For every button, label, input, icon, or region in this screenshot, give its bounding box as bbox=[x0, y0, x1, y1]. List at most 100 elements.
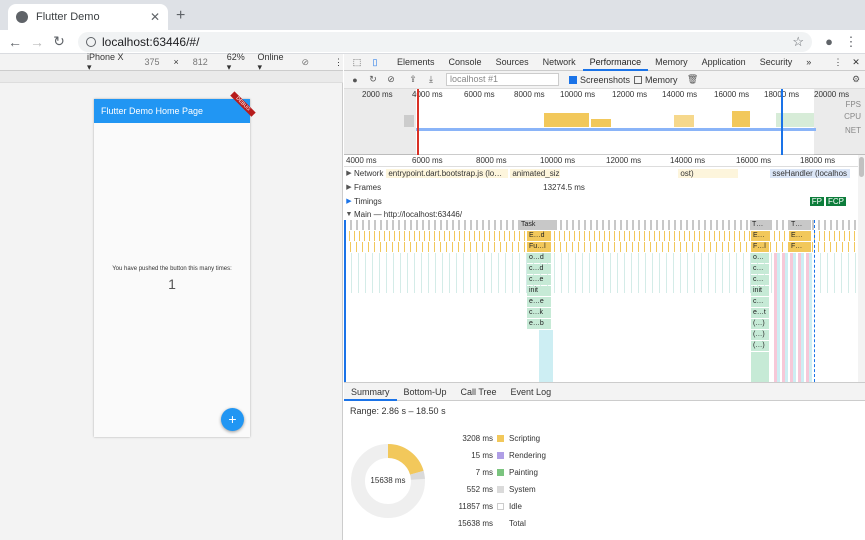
flame-block[interactable]: init bbox=[751, 286, 769, 296]
summary-row-scripting: 3208 ms Scripting bbox=[440, 431, 590, 445]
star-icon[interactable]: ☆ bbox=[792, 34, 804, 50]
flame-block[interactable]: c…d bbox=[527, 264, 551, 274]
flame-block[interactable]: E…d bbox=[527, 231, 551, 241]
flame-block[interactable]: (…) bbox=[751, 341, 769, 351]
flame-scroll-thumb[interactable] bbox=[859, 157, 864, 177]
height-field[interactable]: 812 bbox=[193, 57, 208, 67]
tab-memory[interactable]: Memory bbox=[648, 54, 695, 71]
timeline-overview[interactable]: 2000 ms 4000 ms 6000 ms 8000 ms 10000 ms… bbox=[344, 89, 865, 155]
flame-block[interactable]: F… bbox=[789, 242, 811, 252]
flame-block[interactable]: o… bbox=[751, 253, 769, 263]
reload-icon[interactable]: ↻ bbox=[48, 33, 70, 50]
range-marker[interactable] bbox=[781, 89, 783, 155]
address-bar[interactable]: localhost:63446/#/ ☆ bbox=[78, 31, 812, 52]
download-icon[interactable]: ⤓ bbox=[422, 74, 440, 85]
frames-track[interactable]: ▶ Frames 13274.5 ms bbox=[344, 180, 865, 194]
flame-block[interactable]: E… bbox=[789, 231, 811, 241]
expand-arrow-icon[interactable]: ▶ bbox=[344, 169, 354, 177]
flame-block[interactable]: e…b bbox=[527, 319, 551, 329]
network-select[interactable]: Online ▾ bbox=[257, 52, 287, 73]
devtools-menu-icon[interactable]: ⋮ bbox=[829, 57, 847, 68]
flame-block[interactable]: e…e bbox=[527, 297, 551, 307]
tab-summary[interactable]: Summary bbox=[344, 383, 397, 401]
task-block[interactable]: T… bbox=[750, 220, 770, 230]
flame-block[interactable]: c…e bbox=[527, 275, 551, 285]
eval-row-stripes bbox=[344, 231, 859, 241]
flame-stack-tail bbox=[539, 330, 553, 382]
flame-block[interactable]: (…) bbox=[751, 330, 769, 340]
reload-record-icon[interactable]: ↻ bbox=[364, 74, 382, 85]
fp-marker[interactable]: FP bbox=[809, 196, 824, 206]
menu-icon[interactable]: ⋮ bbox=[840, 34, 862, 50]
flame-block[interactable]: init bbox=[527, 286, 551, 296]
trash-icon[interactable]: 🗑 bbox=[684, 74, 702, 85]
increment-button[interactable]: + bbox=[221, 408, 244, 431]
new-tab-icon[interactable]: + bbox=[176, 7, 185, 25]
width-field[interactable]: 375 bbox=[144, 57, 159, 67]
screenshots-checkbox[interactable] bbox=[569, 75, 577, 84]
network-item[interactable]: animated_siz bbox=[510, 168, 561, 178]
device-select[interactable]: iPhone X ▾ bbox=[87, 52, 126, 73]
tab-title: Flutter Demo bbox=[36, 11, 100, 23]
network-track[interactable]: ▶ Network entrypoint.dart.bootstrap.js (… bbox=[344, 166, 865, 180]
close-tab-icon[interactable]: ✕ bbox=[150, 10, 160, 24]
task-block[interactable]: T… bbox=[789, 220, 811, 230]
flame-block[interactable]: c… bbox=[751, 297, 769, 307]
timings-track[interactable]: ▶ Timings FP FCP bbox=[344, 194, 865, 208]
summary-row-painting: 7 ms Painting bbox=[440, 465, 590, 479]
target-select[interactable]: localhost #1 bbox=[446, 73, 559, 86]
back-icon[interactable]: ← bbox=[4, 34, 26, 50]
more-tabs[interactable]: » bbox=[799, 54, 818, 71]
network-item[interactable]: sseHandler (localhos bbox=[770, 168, 851, 178]
flame-block[interactable]: F…l bbox=[751, 242, 769, 252]
tab-network[interactable]: Network bbox=[536, 54, 583, 71]
painting-swatch bbox=[497, 468, 504, 476]
flame-chart[interactable]: Task E…d Fu…l o…d c…d c…e init e…e c…k e… bbox=[344, 220, 859, 382]
browser-tab[interactable]: Flutter Demo ✕ bbox=[8, 4, 168, 30]
flame-block[interactable]: e…t bbox=[751, 308, 769, 318]
main-track-header[interactable]: ▼ Main — http://localhost:63446/ bbox=[344, 207, 865, 221]
tab-console[interactable]: Console bbox=[442, 54, 489, 71]
device-menu-icon[interactable]: ⋮ bbox=[334, 57, 343, 68]
tab-performance[interactable]: Performance bbox=[582, 54, 649, 71]
info-icon[interactable] bbox=[86, 36, 96, 47]
collapse-arrow-icon[interactable]: ▼ bbox=[344, 211, 354, 218]
device-mode-icon[interactable]: ▯ bbox=[366, 57, 384, 68]
flame-block[interactable]: c… bbox=[751, 275, 769, 285]
summary-label: Rendering bbox=[509, 450, 546, 460]
tab-application[interactable]: Application bbox=[695, 54, 753, 71]
flame-block[interactable]: o…d bbox=[527, 253, 551, 263]
zoom-select[interactable]: 62% ▾ bbox=[227, 52, 250, 73]
range-marker[interactable] bbox=[417, 89, 419, 155]
flame-block[interactable]: E… bbox=[751, 231, 769, 241]
rotate-icon[interactable]: ⊘ bbox=[301, 57, 309, 68]
tab-event-log[interactable]: Event Log bbox=[504, 383, 559, 401]
fcp-marker[interactable]: FCP bbox=[825, 196, 846, 206]
record-icon[interactable]: ● bbox=[346, 75, 364, 85]
upload-icon[interactable]: ⇪ bbox=[404, 74, 422, 85]
tab-sources[interactable]: Sources bbox=[489, 54, 536, 71]
flame-block[interactable]: Fu…l bbox=[527, 242, 551, 252]
fp-line bbox=[814, 220, 815, 382]
flame-block[interactable]: c… bbox=[751, 264, 769, 274]
tab-bottom-up[interactable]: Bottom-Up bbox=[397, 383, 454, 401]
clear-icon[interactable]: ⊘ bbox=[382, 74, 400, 85]
account-icon[interactable]: ● bbox=[818, 34, 840, 49]
flame-scrollbar[interactable] bbox=[858, 155, 865, 382]
tab-security[interactable]: Security bbox=[753, 54, 800, 71]
flame-block[interactable]: (…) bbox=[751, 319, 769, 329]
tab-call-tree[interactable]: Call Tree bbox=[454, 383, 504, 401]
network-item[interactable]: entrypoint.dart.bootstrap.js (lo… bbox=[386, 168, 509, 178]
forward-icon[interactable]: → bbox=[26, 34, 48, 50]
tab-elements[interactable]: Elements bbox=[390, 54, 442, 71]
settings-gear-icon[interactable]: ⚙ bbox=[847, 74, 865, 85]
inspect-icon[interactable]: ⬚ bbox=[348, 57, 366, 68]
expand-arrow-icon[interactable]: ▶ bbox=[344, 197, 354, 205]
task-block[interactable]: Task bbox=[519, 220, 557, 230]
network-item[interactable]: ost) bbox=[678, 168, 739, 178]
flame-block[interactable]: c…k bbox=[527, 308, 551, 318]
devtools-close-icon[interactable]: ✕ bbox=[847, 57, 865, 68]
summary-label: Total bbox=[509, 518, 526, 528]
memory-checkbox[interactable] bbox=[634, 75, 643, 84]
expand-arrow-icon[interactable]: ▶ bbox=[344, 183, 354, 191]
